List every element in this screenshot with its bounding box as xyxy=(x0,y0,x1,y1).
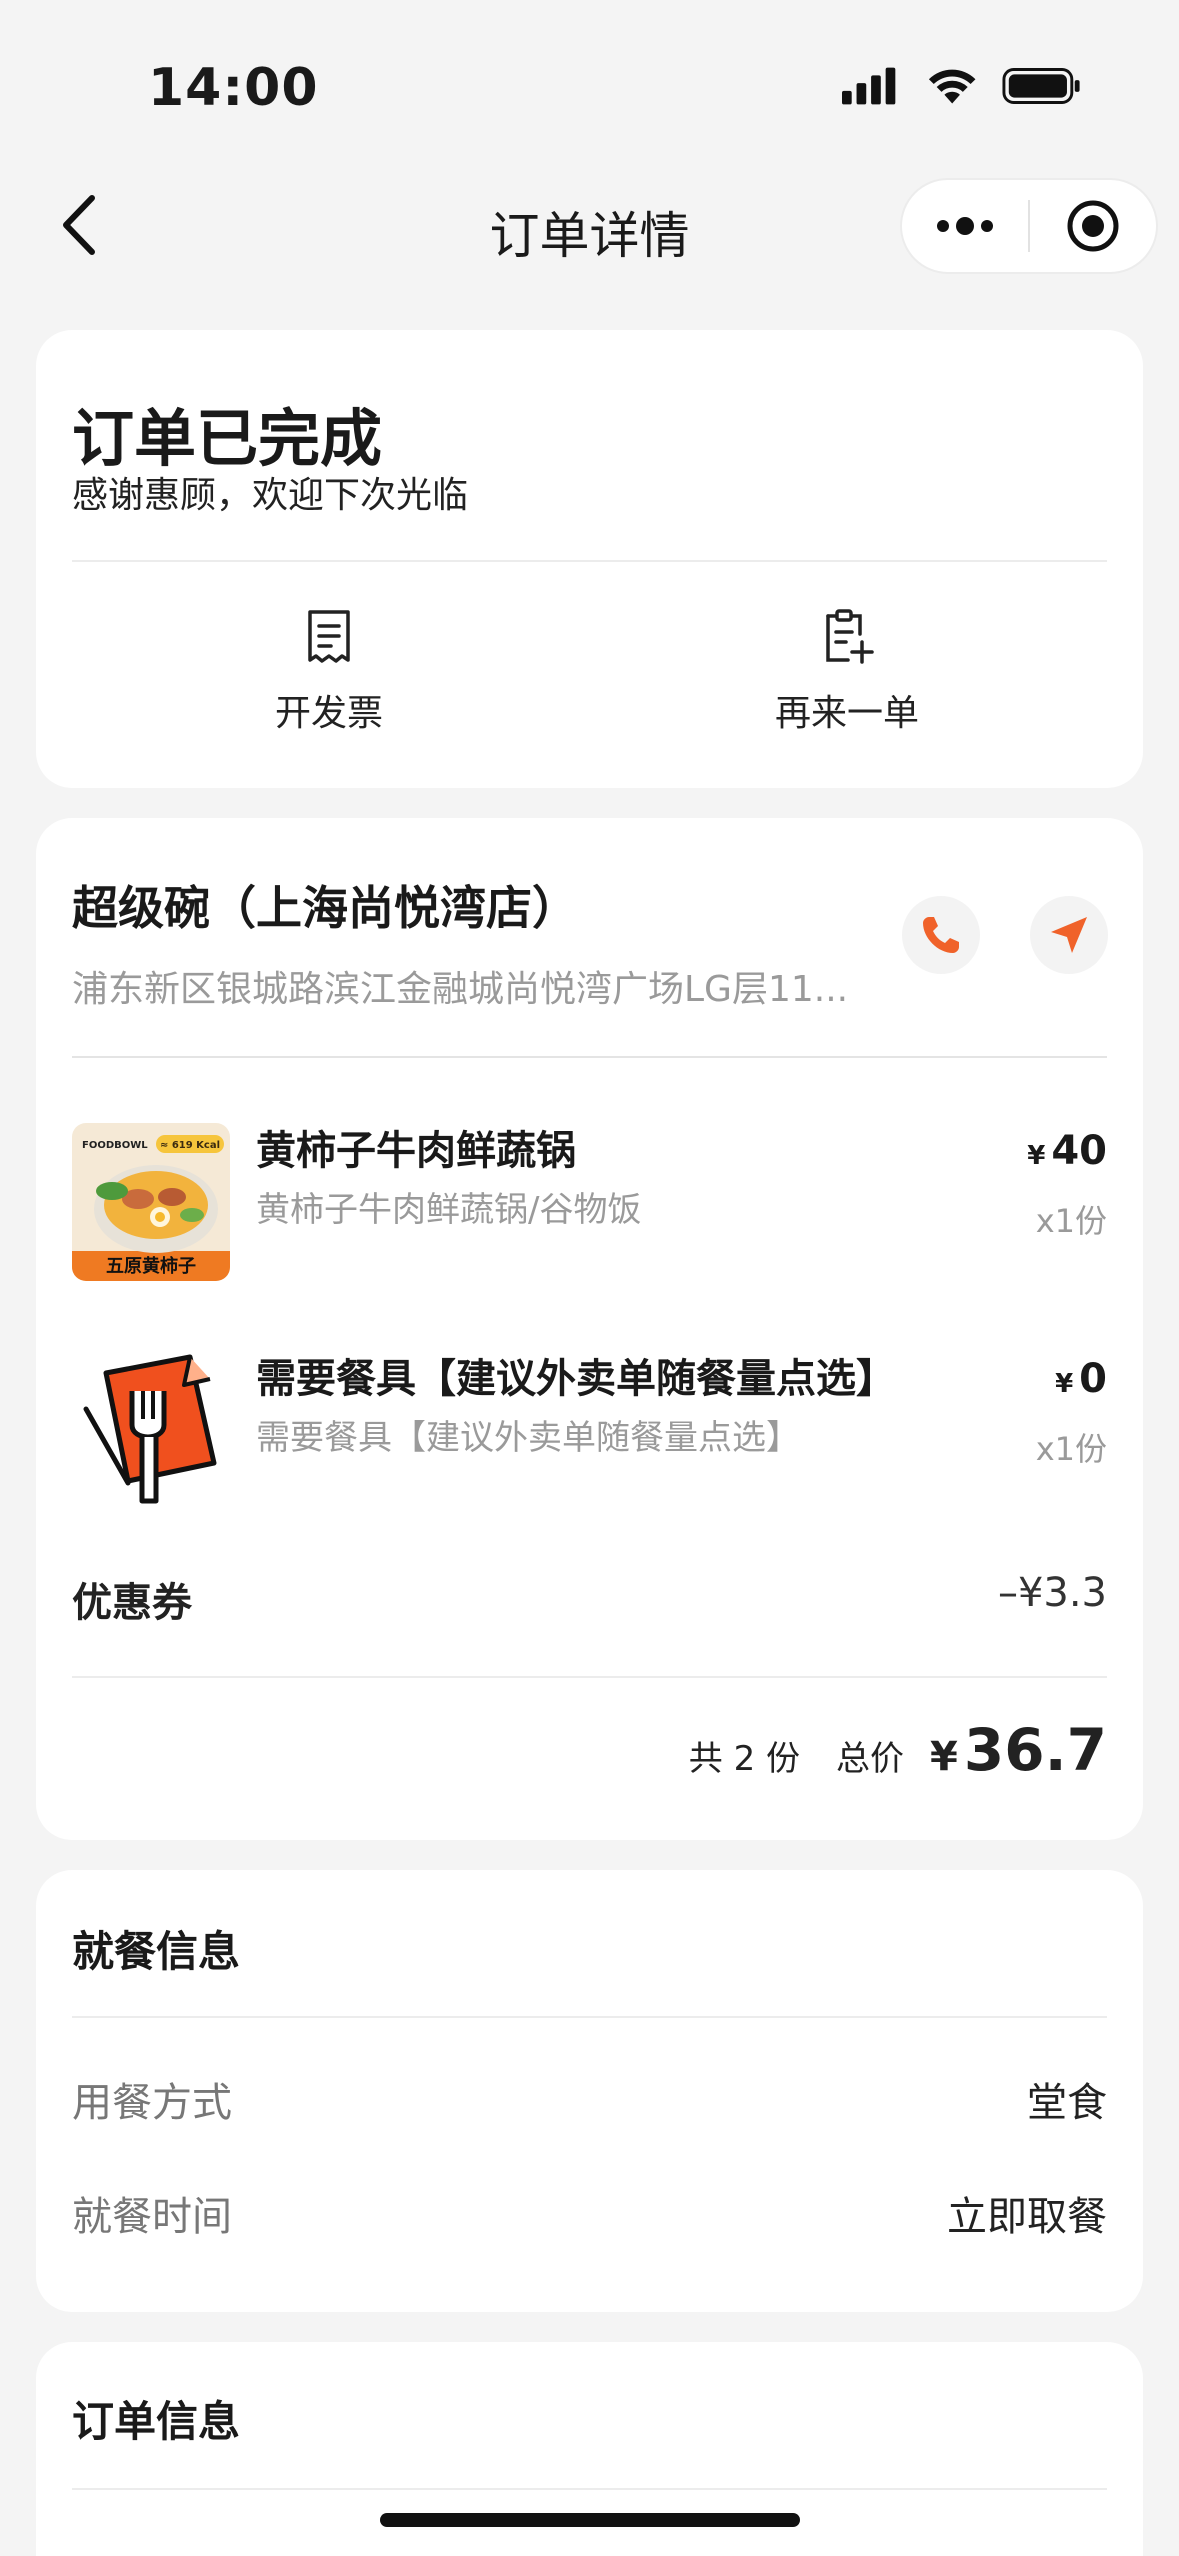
total-count: 共 2 份 xyxy=(688,1739,801,1779)
divider xyxy=(72,1056,1107,1058)
item-name: 黄柿子牛肉鲜蔬锅 xyxy=(256,1128,576,1174)
close-mini-program-button[interactable] xyxy=(1030,180,1156,272)
item-price: ¥0 xyxy=(1055,1356,1107,1402)
order-status-subtitle: 感谢惠顾，欢迎下次光临 xyxy=(72,475,469,516)
item-qty: x1份 xyxy=(1035,1202,1107,1240)
battery-icon xyxy=(1002,68,1081,104)
coupon-label: 优惠券 xyxy=(72,1580,192,1626)
total-label: 总价 xyxy=(836,1739,905,1779)
total-currency: ¥ xyxy=(930,1734,958,1780)
store-name: 超级碗（上海尚悦湾店） xyxy=(72,881,578,935)
item-price: ¥40 xyxy=(1027,1128,1107,1174)
divider xyxy=(72,560,1107,562)
divider xyxy=(72,1676,1107,1678)
target-circle-icon xyxy=(1067,200,1119,252)
reorder-button[interactable]: 再来一单 xyxy=(737,608,957,736)
dining-time-value: 立即取餐 xyxy=(947,2194,1107,2240)
item-desc: 需要餐具【建议外卖单随餐量点选】 xyxy=(256,1418,800,1458)
dining-info-card: 就餐信息 用餐方式 堂食 就餐时间 立即取餐 xyxy=(36,1870,1143,2312)
navigation-arrow-icon xyxy=(1051,917,1087,953)
store-address: 浦东新区银城路滨江金融城尚悦湾广场LG层11... xyxy=(72,969,849,1010)
more-button[interactable] xyxy=(902,180,1028,272)
order-status-card: 订单已完成 感谢惠顾，欢迎下次光临 开发票 再来一单 xyxy=(36,330,1143,788)
item-desc: 黄柿子牛肉鲜蔬锅/谷物饭 xyxy=(256,1190,642,1230)
divider xyxy=(72,2016,1107,2018)
item-image xyxy=(72,1351,230,1509)
more-dots-icon xyxy=(937,217,993,235)
invoice-label: 开发票 xyxy=(274,693,383,734)
dining-method-label: 用餐方式 xyxy=(72,2080,232,2126)
store-order-card: 超级碗（上海尚悦湾店） 浦东新区银城路滨江金融城尚悦湾广场LG层11... ≈ … xyxy=(36,818,1143,1840)
status-time: 14:00 xyxy=(148,58,319,118)
item-qty: x1份 xyxy=(1035,1430,1107,1468)
dining-time-label: 就餐时间 xyxy=(72,2194,232,2240)
svg-text:FOODBOWL: FOODBOWL xyxy=(82,1140,148,1151)
order-status-title: 订单已完成 xyxy=(72,402,383,475)
call-store-button[interactable] xyxy=(902,896,980,974)
navigate-store-button[interactable] xyxy=(1030,896,1108,974)
total-value: 36.7 xyxy=(963,1716,1107,1784)
reorder-label: 再来一单 xyxy=(774,693,919,734)
order-total: 共 2 份 总价 ¥ 36.7 xyxy=(689,1716,1107,1784)
dining-method-value: 堂食 xyxy=(1027,2080,1107,2126)
wifi-icon xyxy=(929,69,976,104)
svg-text:五原黄柿子: 五原黄柿子 xyxy=(106,1255,196,1277)
currency-symbol: ¥ xyxy=(1055,1369,1074,1399)
section-title: 订单信息 xyxy=(72,2397,241,2446)
cutlery-icon xyxy=(72,1351,230,1509)
svg-text:≈ 619 Kcal: ≈ 619 Kcal xyxy=(160,1140,220,1151)
currency-symbol: ¥ xyxy=(1027,1141,1046,1171)
invoice-button[interactable]: 开发票 xyxy=(219,608,439,736)
receipt-icon xyxy=(308,610,350,663)
reorder-icon xyxy=(826,609,874,664)
item-price-value: 0 xyxy=(1079,1356,1107,1402)
status-icons xyxy=(842,64,1082,108)
item-price-value: 40 xyxy=(1051,1128,1107,1174)
coupon-value: –¥3.3 xyxy=(997,1570,1107,1616)
signal-icon xyxy=(842,67,896,105)
item-image: ≈ 619 Kcal FOODBOWL 五原黄柿子 xyxy=(72,1123,230,1281)
divider xyxy=(72,2488,1107,2490)
mini-program-capsule xyxy=(900,178,1158,274)
section-title: 就餐信息 xyxy=(72,1927,241,1976)
phone-icon xyxy=(923,917,959,953)
home-indicator xyxy=(380,2513,800,2527)
item-name: 需要餐具【建议外卖单随餐量点选】 xyxy=(256,1356,896,1402)
